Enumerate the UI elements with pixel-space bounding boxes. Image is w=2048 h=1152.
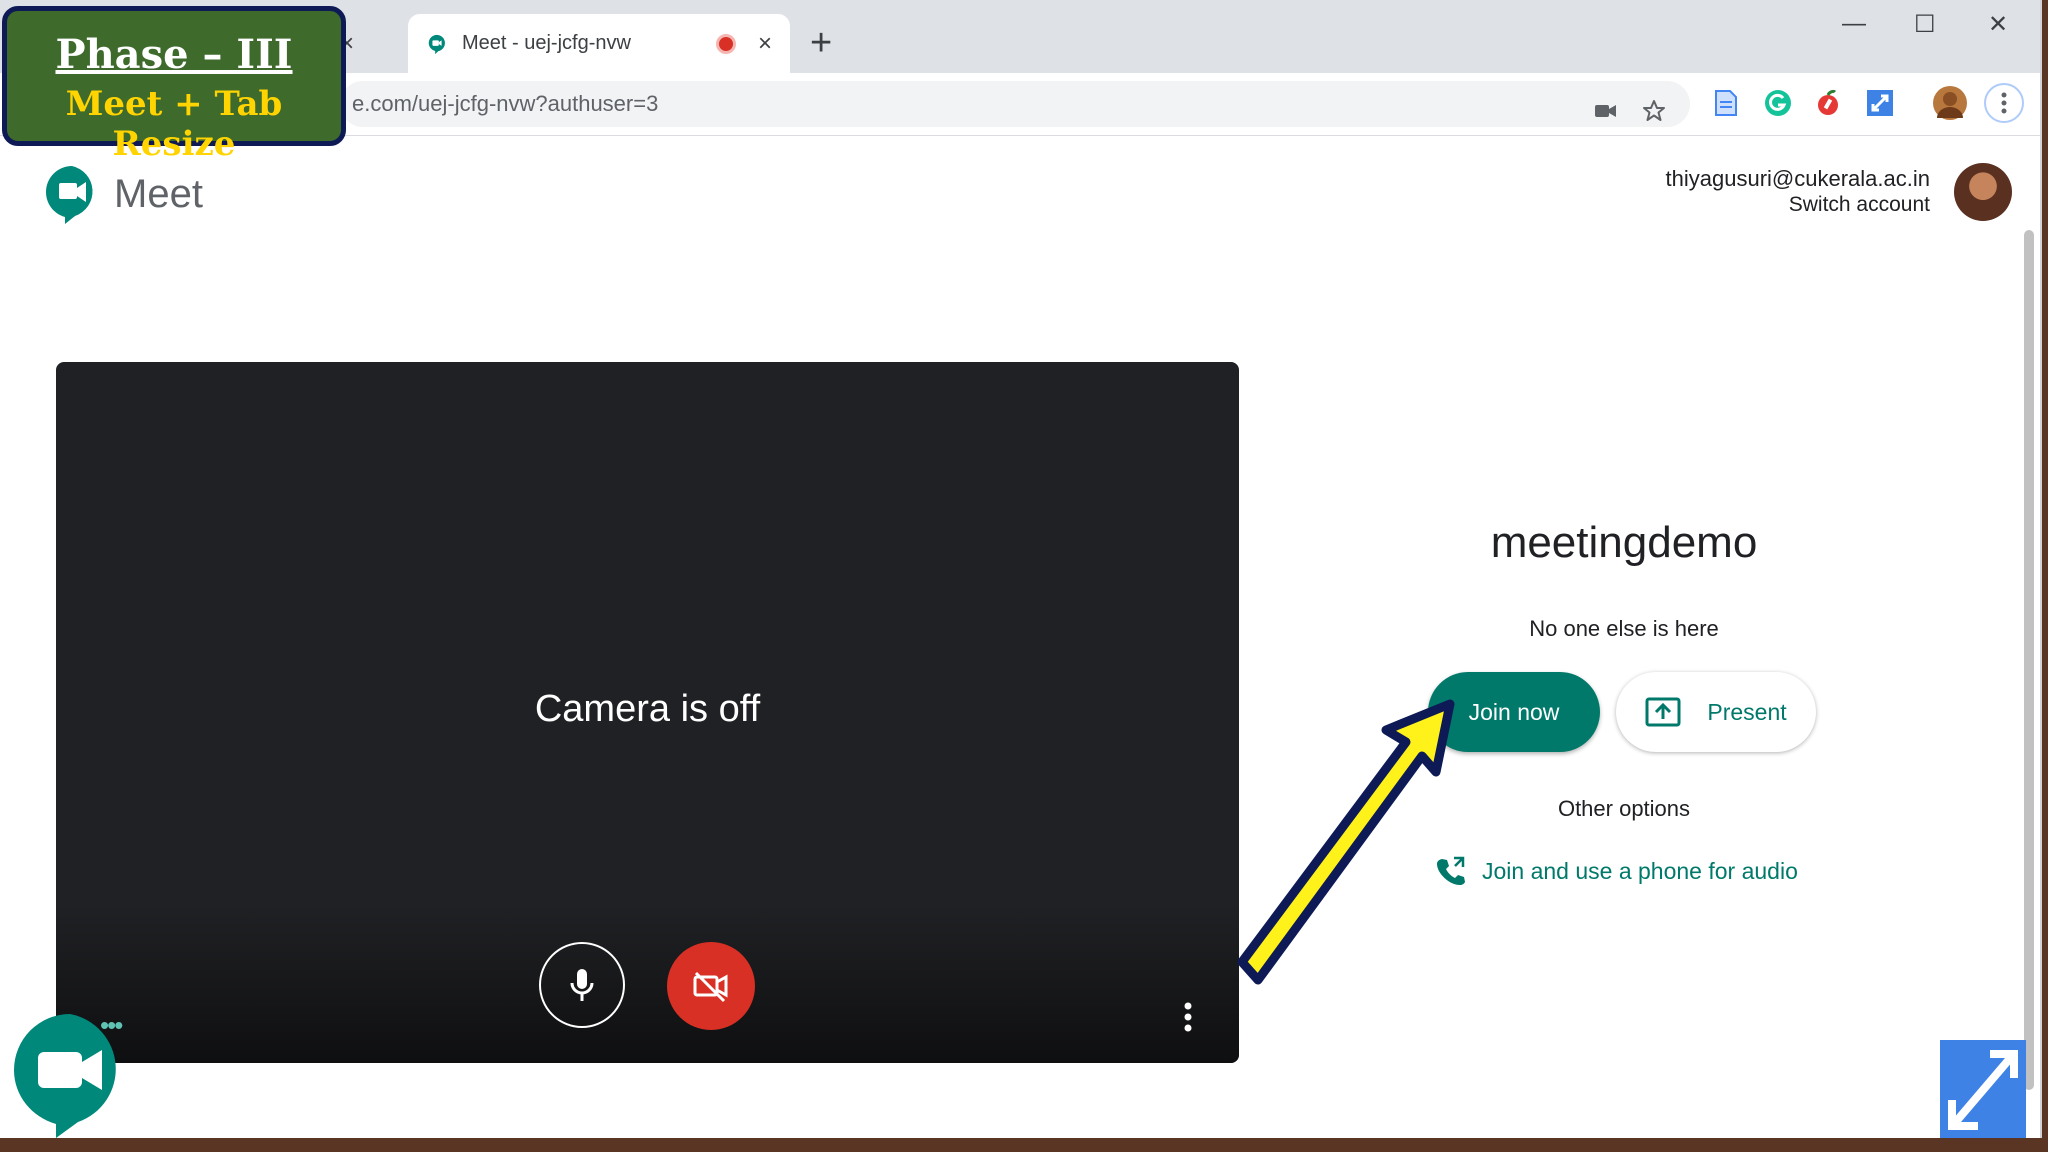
camera-icon[interactable] [1588, 93, 1624, 129]
window-close-button[interactable]: ✕ [1988, 10, 2008, 39]
camera-status: Camera is off [534, 688, 761, 730]
recording-icon [715, 33, 736, 54]
extension-icon[interactable] [1810, 85, 1846, 121]
resize-extension-icon[interactable] [1862, 85, 1898, 121]
minimize-button[interactable]: — [1842, 10, 1866, 38]
docs-icon[interactable] [1708, 85, 1744, 121]
mic-icon [570, 969, 594, 1001]
camera-off-icon [693, 971, 728, 1003]
more-vert-icon[interactable] [1184, 1002, 1192, 1032]
tab-close-button[interactable]: × [758, 30, 772, 58]
phase-label-overlay: Phase – III Meet + Tab Resize [2, 6, 346, 164]
join-now-label: Join now [1468, 698, 1560, 725]
profile-avatar[interactable] [1932, 85, 1968, 121]
meeting-name: meetingdemo [1490, 518, 1758, 567]
star-icon[interactable] [1636, 93, 1672, 129]
grammarly-icon[interactable] [1760, 85, 1796, 121]
address-bar[interactable]: e.com/uej-jcfg-nvw?authuser=3 [340, 81, 1690, 127]
mic-toggle-button[interactable] [539, 942, 625, 1028]
participants-status: No one else is here [1529, 616, 1719, 641]
phone-audio-label: Join and use a phone for audio [1482, 857, 1798, 884]
tab-previous[interactable]: × [340, 14, 406, 73]
arrow-annotation-icon [1237, 699, 1455, 985]
new-tab-button[interactable]: + [810, 22, 832, 65]
phase-subtitle: Meet + Tab Resize [65, 84, 283, 164]
phase-title: Phase – III [55, 31, 293, 78]
switch-account-link[interactable]: Switch account [1789, 193, 1930, 217]
app-name: Meet [114, 172, 203, 216]
url-text[interactable]: e.com/uej-jcfg-nvw?authuser=3 [352, 91, 658, 117]
dots-indicator-icon: ••• [100, 1010, 123, 1040]
maximize-button[interactable]: ☐ [1914, 10, 1936, 39]
account-email: thiyagusuri@cukerala.ac.in [1665, 166, 1930, 191]
present-label: Present [1707, 698, 1787, 725]
tab-meet[interactable]: Meet - uej-jcfg-nvw × [408, 14, 790, 73]
account-avatar[interactable] [1954, 163, 2012, 221]
meet-favicon-icon [428, 34, 445, 54]
browser-window: × Meet - uej-jcfg-nvw × + — ☐ ✕ e.com/ue… [0, 0, 2042, 1138]
camera-toggle-button[interactable] [667, 942, 755, 1030]
present-button[interactable]: Present [1616, 672, 1816, 752]
phone-audio-link[interactable]: Join and use a phone for audio [1436, 856, 1798, 886]
present-icon [1645, 697, 1681, 727]
camera-preview: Camera is off [56, 362, 1239, 1063]
tab-title: Meet - uej-jcfg-nvw [462, 32, 631, 54]
resize-icon[interactable] [1940, 1040, 2026, 1138]
meet-logo-icon [46, 166, 93, 224]
scrollbar[interactable] [2024, 230, 2034, 1090]
menu-icon[interactable] [1984, 83, 2024, 123]
